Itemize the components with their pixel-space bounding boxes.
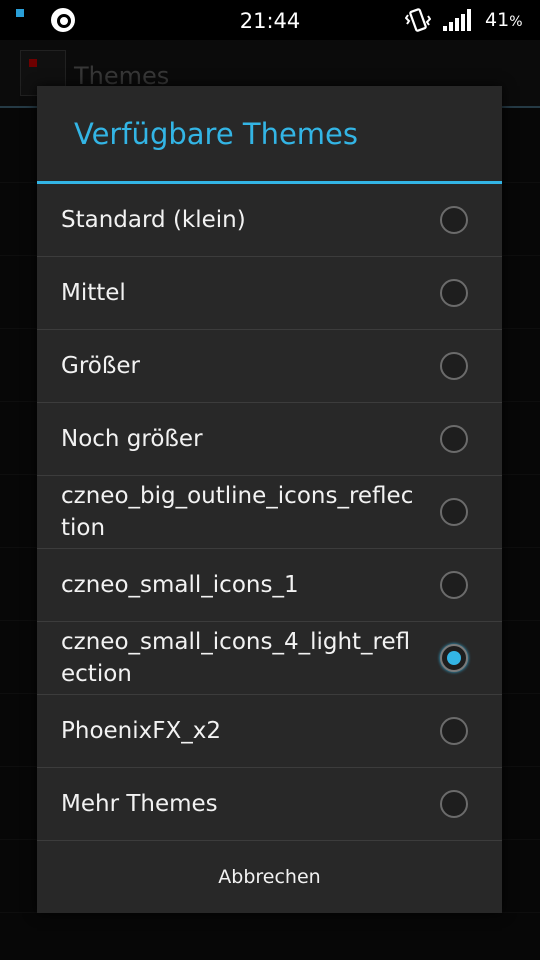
- radio-button[interactable]: [440, 352, 468, 380]
- radio-button[interactable]: [440, 425, 468, 453]
- theme-dialog: Verfügbare Themes Standard (klein) Mitte…: [37, 86, 502, 913]
- battery-level: 41%: [485, 9, 523, 31]
- theme-option-standard[interactable]: Standard (klein): [37, 184, 502, 257]
- theme-option-czneo-small-1[interactable]: czneo_small_icons_1: [37, 549, 502, 622]
- radio-button[interactable]: [440, 717, 468, 745]
- radio-button[interactable]: [440, 571, 468, 599]
- clock: 21:44: [239, 9, 301, 33]
- theme-option-mehr-themes[interactable]: Mehr Themes: [37, 768, 502, 841]
- radio-button[interactable]: [440, 279, 468, 307]
- notification-dot-icon: [16, 9, 24, 17]
- battery-unit: %: [509, 14, 523, 30]
- signal-icon: [442, 8, 472, 36]
- dialog-title: Verfügbare Themes: [74, 117, 359, 151]
- radio-button-selected[interactable]: [440, 644, 468, 672]
- option-label: Mehr Themes: [61, 791, 218, 817]
- battery-value: 41: [485, 9, 510, 31]
- theme-option-mittel[interactable]: Mittel: [37, 257, 502, 330]
- theme-option-czneo-small-4[interactable]: czneo_small_icons_4_light_reflection: [37, 622, 502, 695]
- option-label: PhoenixFX_x2: [61, 718, 221, 744]
- theme-option-phoenixfx[interactable]: PhoenixFX_x2: [37, 695, 502, 768]
- theme-option-czneo-big-outline[interactable]: czneo_big_outline_icons_reflection: [37, 476, 502, 549]
- theme-option-noch-groesser[interactable]: Noch größer: [37, 403, 502, 476]
- option-label: czneo_small_icons_4_light_reflection: [61, 629, 411, 687]
- option-label: Standard (klein): [61, 207, 246, 233]
- option-label: Noch größer: [61, 426, 203, 452]
- cancel-button[interactable]: Abbrechen: [37, 841, 502, 913]
- radio-button[interactable]: [440, 498, 468, 526]
- radio-button[interactable]: [440, 206, 468, 234]
- status-bar: 21:44 41%: [0, 0, 540, 40]
- theme-options-list: Standard (klein) Mittel Größer Noch größ…: [37, 184, 502, 841]
- vibrate-icon: [404, 8, 432, 36]
- option-label: Mittel: [61, 280, 126, 306]
- option-label: Größer: [61, 353, 140, 379]
- option-label: czneo_small_icons_1: [61, 572, 299, 598]
- theme-option-groesser[interactable]: Größer: [37, 330, 502, 403]
- radio-button[interactable]: [440, 790, 468, 818]
- app-notification-icon: [51, 8, 75, 32]
- option-label: czneo_big_outline_icons_reflection: [61, 483, 414, 541]
